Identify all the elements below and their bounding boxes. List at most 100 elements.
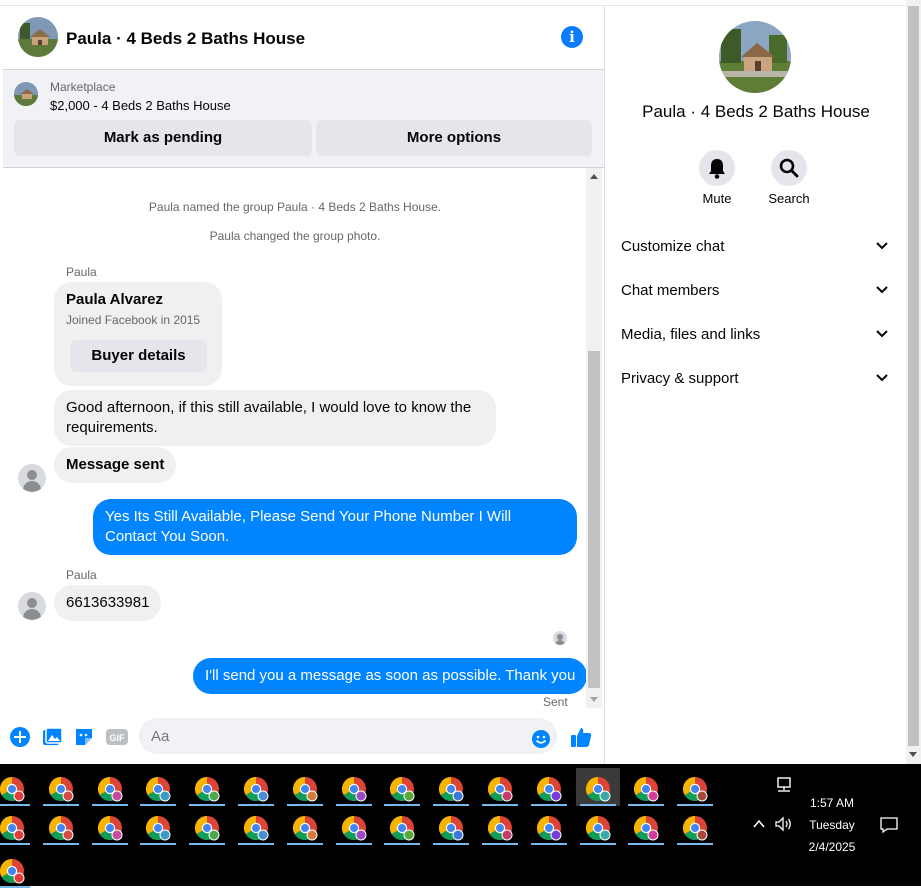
taskbar-chrome-icon[interactable] (478, 768, 522, 806)
notification-center-icon[interactable] (879, 816, 899, 834)
taskbar-chrome-icon[interactable] (283, 807, 327, 845)
taskbar-chrome-icon[interactable] (0, 850, 34, 888)
more-options-button[interactable]: More options (316, 120, 592, 156)
taskbar-chrome-icon[interactable] (88, 768, 132, 806)
messenger-window: Paula · 4 Beds 2 Baths House i Marketpla… (0, 0, 921, 764)
section-label: Customize chat (621, 238, 725, 255)
page-scroll-down-icon[interactable] (909, 752, 917, 757)
system-message: Paula named the group Paula · 4 Beds 2 B… (148, 200, 442, 214)
taskbar-chrome-icon[interactable] (575, 768, 620, 806)
chevron-down-icon (876, 286, 888, 294)
group-photo-large[interactable] (719, 21, 791, 93)
clock-date[interactable]: 2/4/2025 (790, 840, 874, 854)
section-media-files-links[interactable]: Media, files and links (606, 313, 906, 357)
photo-icon[interactable] (41, 726, 63, 748)
mute-label: Mute (702, 191, 732, 206)
panel-title: Paula · 4 Beds 2 Baths House (642, 102, 870, 121)
scroll-down-icon[interactable] (590, 697, 598, 702)
gif-icon[interactable]: GIF (105, 726, 129, 748)
listing-thumbnail[interactable] (14, 82, 38, 106)
composer: GIF (3, 708, 604, 764)
user-avatar-icon[interactable] (18, 464, 46, 492)
taskbar-chrome-icon[interactable] (673, 768, 717, 806)
taskbar-chrome-icon[interactable] (185, 807, 229, 845)
section-label: Privacy & support (621, 370, 739, 387)
chevron-down-icon (876, 242, 888, 250)
taskbar-chrome-icon[interactable] (332, 768, 376, 806)
section-customize-chat[interactable]: Customize chat (606, 225, 906, 269)
buyer-name: Paula Alvarez (66, 291, 163, 308)
chevron-down-icon (876, 330, 888, 338)
chat-title[interactable]: Paula · 4 Beds 2 Baths House (66, 29, 305, 49)
user-avatar-icon[interactable] (18, 592, 46, 620)
taskbar-chrome-icon[interactable] (624, 768, 668, 806)
taskbar-chrome-icon[interactable] (39, 807, 83, 845)
scroll-up-icon[interactable] (590, 174, 598, 179)
taskbar-chrome-icon[interactable] (332, 807, 376, 845)
section-label: Chat members (621, 282, 720, 299)
taskbar-chrome-icon[interactable] (0, 807, 34, 845)
section-label: Media, files and links (621, 326, 761, 343)
search-icon (779, 158, 799, 178)
message-bubble-outgoing[interactable]: Yes Its Still Available, Please Send You… (93, 499, 577, 555)
thumbs-up-icon[interactable] (569, 725, 593, 749)
network-icon[interactable] (775, 777, 793, 793)
sticker-icon[interactable] (73, 726, 95, 748)
clock-day[interactable]: Tuesday (790, 818, 874, 832)
taskbar-chrome-icon[interactable] (136, 768, 180, 806)
plus-icon[interactable] (9, 726, 31, 748)
message-scrollbar[interactable] (586, 168, 602, 708)
taskbar-chrome-icon[interactable] (185, 768, 229, 806)
svg-text:GIF: GIF (110, 733, 126, 743)
sender-name: Paula (66, 568, 97, 582)
chevron-down-icon (876, 374, 888, 382)
message-bubble-outgoing[interactable]: I'll send you a message as soon as possi… (193, 658, 588, 694)
message-bubble[interactable]: Good afternoon, if this still available,… (54, 390, 496, 446)
sender-name: Paula (66, 265, 97, 279)
read-receipt-avatar (553, 631, 567, 645)
taskbar-chrome-icon[interactable] (0, 768, 34, 806)
chat-header: Paula · 4 Beds 2 Baths House i (3, 6, 604, 70)
section-privacy-support[interactable]: Privacy & support (606, 357, 906, 401)
taskbar-chrome-icon[interactable] (380, 768, 424, 806)
message-list: Paula named the group Paula · 4 Beds 2 B… (3, 168, 604, 708)
search-label: Search (768, 191, 810, 206)
mark-as-pending-button[interactable]: Mark as pending (14, 120, 312, 156)
marketplace-bar: Marketplace $2,000 - 4 Beds 2 Baths Hous… (3, 70, 604, 168)
mute-button[interactable] (699, 150, 735, 186)
buyer-card: Paula Alvarez Joined Facebook in 2015 Bu… (54, 282, 222, 386)
scroll-thumb[interactable] (588, 351, 600, 688)
taskbar-chrome-icon[interactable] (283, 768, 327, 806)
taskbar-chrome-icon[interactable] (624, 807, 668, 845)
taskbar-chrome-icon[interactable] (527, 807, 571, 845)
windows-taskbar: 1:57 AM Tuesday 2/4/2025 (0, 764, 921, 888)
message-input[interactable] (139, 718, 557, 754)
taskbar-chrome-icon[interactable] (429, 768, 473, 806)
taskbar-chrome-icon[interactable] (234, 768, 278, 806)
taskbar-chrome-icon[interactable] (380, 807, 424, 845)
taskbar-chrome-icon[interactable] (39, 768, 83, 806)
taskbar-chrome-icon[interactable] (429, 807, 473, 845)
message-bubble[interactable]: 6613633981 (54, 585, 162, 621)
taskbar-chrome-icon[interactable] (136, 807, 180, 845)
page-scroll-thumb[interactable] (908, 6, 919, 746)
chevron-up-icon[interactable] (752, 818, 766, 830)
taskbar-chrome-icon[interactable] (527, 768, 571, 806)
taskbar-chrome-icon[interactable] (673, 807, 717, 845)
taskbar-chrome-icon[interactable] (478, 807, 522, 845)
search-button[interactable] (771, 150, 807, 186)
page-scrollbar[interactable] (906, 0, 921, 764)
emoji-icon[interactable] (531, 729, 551, 749)
message-sent-bubble[interactable]: Message sent (54, 447, 177, 483)
taskbar-chrome-icon[interactable] (88, 807, 132, 845)
info-icon[interactable]: i (561, 26, 583, 48)
buyer-details-button[interactable]: Buyer details (70, 340, 207, 372)
listing-price-title[interactable]: $2,000 - 4 Beds 2 Baths House (50, 98, 231, 113)
sent-status: Sent (543, 695, 568, 708)
group-photo-avatar[interactable] (18, 17, 58, 57)
buyer-joined: Joined Facebook in 2015 (66, 313, 201, 327)
taskbar-chrome-icon[interactable] (576, 807, 620, 845)
taskbar-chrome-icon[interactable] (234, 807, 278, 845)
section-chat-members[interactable]: Chat members (606, 269, 906, 313)
clock-time[interactable]: 1:57 AM (790, 796, 874, 810)
